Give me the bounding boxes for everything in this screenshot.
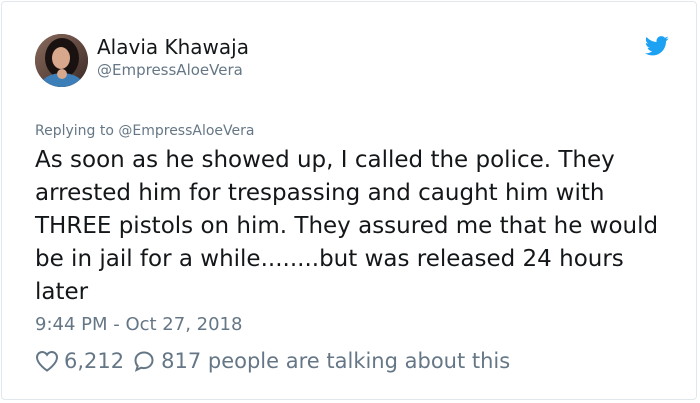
twitter-bird-icon[interactable] — [644, 36, 669, 56]
avatar[interactable] — [35, 34, 88, 87]
like-button[interactable]: 6,212 — [35, 348, 124, 374]
like-count: 6,212 — [64, 349, 125, 373]
tweet-timestamp[interactable]: 9:44 PM - Oct 27, 2018 — [35, 314, 242, 336]
tweet-text: As soon as he showed up, I called the po… — [35, 147, 659, 305]
speech-bubble-icon — [133, 350, 155, 372]
avatar-image — [35, 34, 88, 87]
tweet-actions: 6,212 817 people are talking about this — [35, 348, 510, 374]
talking-count: 817 people are talking about this — [161, 349, 511, 373]
heart-icon — [35, 350, 59, 372]
author-name[interactable]: Alavia Khawaja — [97, 35, 249, 59]
reply-button[interactable]: 817 people are talking about this — [124, 348, 510, 374]
author-handle[interactable]: @EmpressAloeVera — [97, 61, 243, 79]
replying-to[interactable]: Replying to @EmpressAloeVera — [35, 123, 254, 139]
tweet-card: Alavia Khawaja @EmpressAloeVera Replying… — [1, 1, 697, 400]
